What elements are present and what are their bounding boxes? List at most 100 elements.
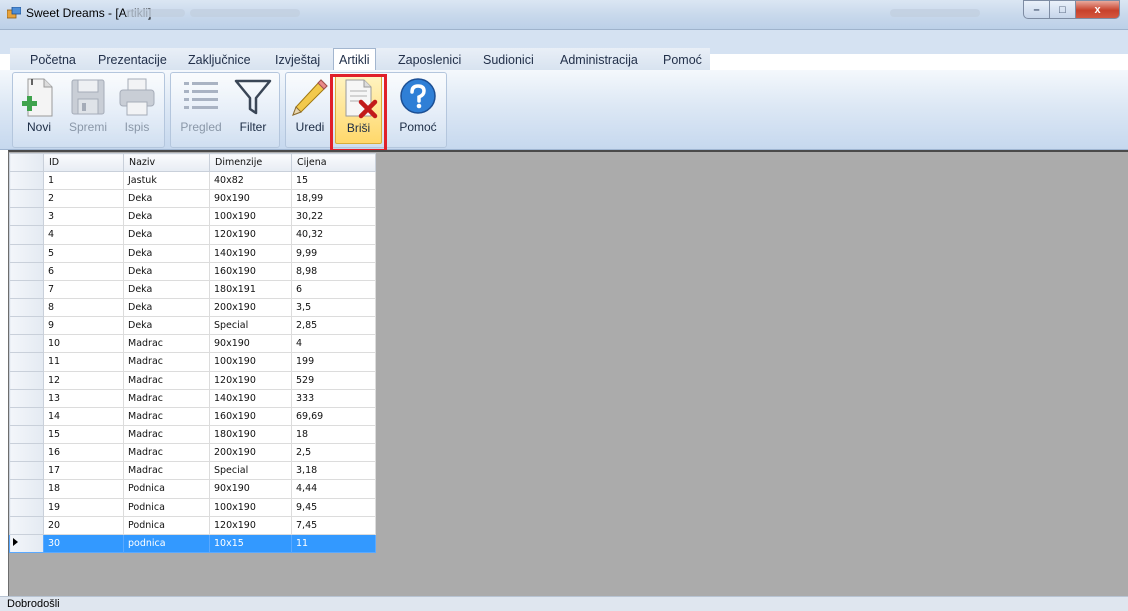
menu-administracija[interactable]: Administracija (560, 51, 638, 71)
cell-cijena[interactable]: 18 (291, 424, 376, 445)
minimize-button[interactable]: – (1023, 0, 1050, 19)
cell-cijena[interactable]: 3,5 (291, 297, 376, 318)
cell-naziv[interactable]: Jastuk (123, 170, 210, 191)
cell-id[interactable]: 13 (43, 388, 124, 408)
novi-button[interactable]: Novi (16, 74, 62, 144)
cell-id[interactable]: 30 (43, 533, 124, 553)
cell-cijena[interactable]: 9,45 (291, 497, 376, 517)
cell-dimenzije[interactable]: 100x190 (209, 497, 292, 517)
row-header[interactable] (9, 370, 44, 390)
column-header-naziv[interactable]: Naziv (123, 153, 210, 172)
table-row[interactable]: 13 Madrac 140x190 333 (9, 388, 376, 408)
row-header[interactable] (9, 243, 44, 263)
cell-naziv[interactable]: podnica (123, 533, 210, 553)
cell-dimenzije[interactable]: 100x190 (209, 207, 292, 227)
cell-dimenzije[interactable]: 140x190 (209, 388, 292, 408)
row-header[interactable] (9, 497, 44, 517)
row-header[interactable] (9, 461, 44, 481)
cell-id[interactable]: 2 (43, 189, 124, 209)
row-header[interactable] (9, 334, 44, 354)
cell-naziv[interactable]: Podnica (123, 479, 210, 499)
brisi-button[interactable]: Briši (335, 74, 382, 144)
cell-cijena[interactable]: 15 (291, 170, 376, 191)
row-header[interactable] (9, 515, 44, 535)
table-row[interactable]: 20 Podnica 120x190 7,45 (9, 515, 376, 535)
row-header[interactable] (9, 261, 44, 281)
cell-cijena[interactable]: 529 (291, 370, 376, 390)
table-row[interactable]: 1 Jastuk 40x82 15 (9, 170, 376, 191)
row-header[interactable] (9, 189, 44, 209)
cell-cijena[interactable]: 6 (291, 279, 376, 299)
cell-cijena[interactable]: 40,32 (291, 225, 376, 245)
menu-sudionici[interactable]: Sudionici (483, 51, 534, 71)
menu-artikli[interactable]: Artikli (333, 48, 376, 71)
row-header[interactable] (9, 316, 44, 336)
cell-dimenzije[interactable]: 90x190 (209, 334, 292, 354)
cell-dimenzije[interactable]: 200x190 (209, 443, 292, 463)
cell-naziv[interactable]: Deka (123, 316, 210, 336)
table-row[interactable]: 10 Madrac 90x190 4 (9, 334, 376, 354)
articles-grid[interactable]: ID Naziv Dimenzije Cijena 1 Jastuk 40x82 15… (9, 153, 376, 553)
menu-prezentacije[interactable]: Prezentacije (98, 51, 167, 71)
row-header[interactable] (9, 352, 44, 372)
table-row[interactable]: 30 podnica 10x15 11 (9, 533, 376, 553)
cell-id[interactable]: 6 (43, 261, 124, 281)
cell-id[interactable]: 20 (43, 515, 124, 535)
row-header-corner[interactable] (9, 153, 44, 172)
cell-naziv[interactable]: Madrac (123, 406, 210, 426)
cell-naziv[interactable]: Deka (123, 261, 210, 281)
ispis-button[interactable]: Ispis (114, 74, 160, 144)
row-header[interactable] (9, 479, 44, 499)
cell-dimenzije[interactable]: 160x190 (209, 406, 292, 426)
cell-id[interactable]: 5 (43, 243, 124, 263)
cell-dimenzije[interactable]: Special (209, 461, 292, 481)
cell-naziv[interactable]: Madrac (123, 443, 210, 463)
pomoc-button[interactable]: Pomoć (394, 74, 442, 144)
cell-naziv[interactable]: Madrac (123, 370, 210, 390)
cell-dimenzije[interactable]: 140x190 (209, 243, 292, 263)
row-header[interactable] (9, 225, 44, 245)
cell-id[interactable]: 15 (43, 424, 124, 445)
cell-naziv[interactable]: Deka (123, 279, 210, 299)
cell-id[interactable]: 3 (43, 207, 124, 227)
table-row[interactable]: 12 Madrac 120x190 529 (9, 370, 376, 390)
row-header[interactable] (9, 388, 44, 408)
row-header[interactable] (9, 443, 44, 463)
cell-cijena[interactable]: 3,18 (291, 461, 376, 481)
row-header[interactable] (9, 533, 44, 553)
table-row[interactable]: 4 Deka 120x190 40,32 (9, 225, 376, 245)
cell-dimenzije[interactable]: 10x15 (209, 533, 292, 553)
uredi-button[interactable]: Uredi (288, 74, 332, 144)
cell-id[interactable]: 17 (43, 461, 124, 481)
cell-cijena[interactable]: 69,69 (291, 406, 376, 426)
cell-cijena[interactable]: 199 (291, 352, 376, 372)
table-row[interactable]: 11 Madrac 100x190 199 (9, 352, 376, 372)
row-header[interactable] (9, 406, 44, 426)
row-header[interactable] (9, 207, 44, 227)
row-header[interactable] (9, 424, 44, 445)
cell-naziv[interactable]: Deka (123, 225, 210, 245)
cell-naziv[interactable]: Deka (123, 189, 210, 209)
cell-id[interactable]: 8 (43, 297, 124, 318)
pregled-button[interactable]: Pregled (174, 74, 228, 144)
cell-id[interactable]: 11 (43, 352, 124, 372)
menu-pomoc[interactable]: Pomoć (663, 51, 702, 71)
cell-dimenzije[interactable]: 180x191 (209, 279, 292, 299)
cell-naziv[interactable]: Deka (123, 207, 210, 227)
cell-dimenzije[interactable]: 120x190 (209, 515, 292, 535)
cell-cijena[interactable]: 9,99 (291, 243, 376, 263)
cell-naziv[interactable]: Madrac (123, 461, 210, 481)
cell-dimenzije[interactable]: 90x190 (209, 189, 292, 209)
table-row[interactable]: 19 Podnica 100x190 9,45 (9, 497, 376, 517)
cell-naziv[interactable]: Podnica (123, 497, 210, 517)
cell-naziv[interactable]: Madrac (123, 334, 210, 354)
cell-naziv[interactable]: Deka (123, 243, 210, 263)
row-header[interactable] (9, 170, 44, 191)
table-row[interactable]: 3 Deka 100x190 30,22 (9, 207, 376, 227)
close-button[interactable]: x (1076, 0, 1120, 19)
menu-izvjestaj[interactable]: Izvještaj (275, 51, 320, 71)
cell-cijena[interactable]: 7,45 (291, 515, 376, 535)
cell-naziv[interactable]: Deka (123, 297, 210, 318)
filter-button[interactable]: Filter (229, 74, 277, 144)
menu-pocetna[interactable]: Početna (30, 51, 76, 71)
